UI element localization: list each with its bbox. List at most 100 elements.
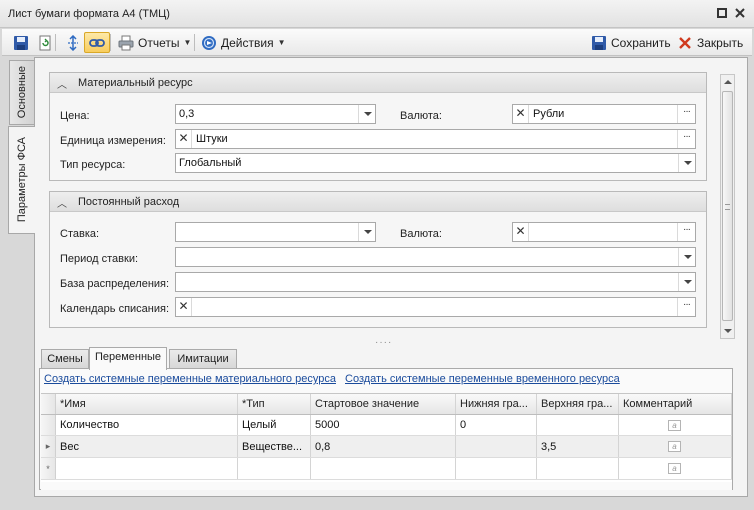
fixed-group-header[interactable]: ︿ Постоянный расход	[50, 192, 706, 212]
tab-variables[interactable]: Переменные	[89, 347, 167, 370]
cell-upper[interactable]	[537, 415, 619, 435]
column-header-type[interactable]: *Тип	[238, 394, 311, 414]
create-material-vars-link[interactable]: Создать системные переменные материально…	[44, 373, 336, 385]
clear-icon[interactable]: ✕	[513, 223, 529, 241]
column-header-name[interactable]: *Имя	[56, 394, 238, 414]
window-titlebar: Лист бумаги формата А4 (ТМЦ)	[0, 0, 754, 28]
save-button[interactable]: Сохранить	[586, 32, 676, 53]
vertical-arrows-icon	[65, 34, 81, 51]
table-row[interactable]: Количество Целый 5000 0 a	[41, 415, 732, 436]
cell-type[interactable]: Веществе...	[238, 436, 311, 457]
period-select[interactable]	[175, 247, 696, 267]
cell-upper[interactable]: 3,5	[537, 436, 619, 457]
document-refresh-icon	[37, 35, 53, 51]
ellipsis-icon[interactable]: ···	[677, 130, 695, 148]
cell-lower[interactable]	[456, 458, 537, 479]
memo-icon[interactable]: a	[668, 463, 681, 474]
tab-main[interactable]: Основные	[9, 60, 34, 125]
row-indicator-header	[41, 394, 56, 414]
splitter-handle[interactable]: ····	[375, 337, 392, 348]
fixed-currency-field[interactable]: ✕ ···	[512, 222, 696, 242]
cell-name[interactable]: Вес	[56, 436, 238, 457]
toolbar: Отчеты ▼ Действия ▼ Сохранить Закрыть	[2, 29, 752, 56]
price-label: Цена:	[60, 110, 90, 122]
resource-type-dropdown-icon[interactable]	[678, 154, 695, 172]
actions-menu-button[interactable]: Действия ▼	[196, 32, 291, 53]
ellipsis-icon[interactable]: ···	[677, 298, 695, 316]
floppy-icon	[13, 35, 29, 51]
cell-type[interactable]	[238, 458, 311, 479]
table-row[interactable]: ▸ Вес Веществе... 0,8 3,5 a	[41, 436, 732, 458]
cell-comment[interactable]: a	[619, 436, 732, 457]
scroll-up-icon[interactable]	[724, 80, 732, 84]
ellipsis-icon[interactable]: ···	[677, 223, 695, 241]
window-title: Лист бумаги формата А4 (ТМЦ)	[8, 8, 170, 20]
fixed-group-title: Постоянный расход	[78, 196, 180, 208]
row-indicator[interactable]	[41, 415, 56, 435]
rate-dropdown-icon[interactable]	[358, 223, 375, 241]
tab-content: ︿ Материальный ресурс Цена: 0,3 Валюта: …	[34, 57, 748, 497]
cell-upper[interactable]	[537, 458, 619, 479]
restore-icon[interactable]	[716, 7, 728, 19]
rate-input[interactable]	[175, 222, 376, 242]
cell-type[interactable]: Целый	[238, 415, 311, 435]
save-tool-button[interactable]	[8, 32, 34, 53]
chevron-up-icon[interactable]: ︿	[57, 76, 67, 91]
ellipsis-icon[interactable]: ···	[677, 105, 695, 123]
currency-field[interactable]: ✕ Рубли ···	[512, 104, 696, 124]
column-header-lower[interactable]: Нижняя гра...	[456, 394, 537, 414]
unit-field[interactable]: ✕ Штуки ···	[175, 129, 696, 149]
distribution-select[interactable]	[175, 272, 696, 292]
new-row[interactable]: * a	[41, 458, 732, 480]
cell-name[interactable]	[56, 458, 238, 479]
calendar-field[interactable]: ✕ ···	[175, 297, 696, 317]
clear-icon[interactable]: ✕	[513, 105, 529, 123]
unit-label: Единица измерения:	[60, 135, 166, 147]
chevron-down-icon: ▼	[277, 38, 286, 47]
actions-label: Действия	[221, 35, 274, 50]
scroll-thumb[interactable]	[722, 91, 733, 321]
cell-lower[interactable]: 0	[456, 415, 537, 435]
reports-menu-button[interactable]: Отчеты ▼	[113, 32, 196, 53]
create-time-vars-link[interactable]: Создать системные переменные временного …	[345, 373, 620, 385]
period-dropdown-icon[interactable]	[678, 248, 695, 266]
floppy-icon	[591, 35, 607, 51]
reports-label: Отчеты	[138, 35, 180, 50]
cell-lower[interactable]	[456, 436, 537, 457]
form-scrollbar[interactable]	[720, 74, 735, 339]
price-dropdown-icon[interactable]	[358, 105, 375, 123]
cell-start[interactable]: 5000	[311, 415, 456, 435]
tab-simulations[interactable]: Имитации	[169, 349, 237, 369]
memo-icon[interactable]: a	[668, 419, 681, 431]
unit-value: Штуки	[196, 133, 228, 145]
close-button[interactable]: Закрыть	[672, 32, 748, 53]
column-header-comment[interactable]: Комментарий	[619, 394, 732, 414]
cell-start[interactable]: 0,8	[311, 436, 456, 457]
current-row-indicator[interactable]: ▸	[41, 436, 56, 457]
tab-shifts[interactable]: Смены	[41, 349, 89, 369]
tab-fsa-params[interactable]: Параметры ФСА	[8, 126, 35, 234]
cell-start[interactable]	[311, 458, 456, 479]
distribution-label: База распределения:	[60, 278, 170, 290]
scroll-down-icon[interactable]	[724, 329, 732, 333]
link-tool-button[interactable]	[84, 32, 110, 53]
distribution-dropdown-icon[interactable]	[678, 273, 695, 291]
split-tool-button[interactable]	[60, 32, 86, 53]
close-window-icon[interactable]	[734, 7, 746, 19]
tab-fsa-params-label: Параметры ФСА	[16, 137, 28, 223]
period-label: Период ставки:	[60, 253, 139, 265]
resource-type-select[interactable]: Глобальный	[175, 153, 696, 173]
cell-name[interactable]: Количество	[56, 415, 238, 435]
memo-icon[interactable]: a	[668, 441, 681, 452]
price-input[interactable]: 0,3	[175, 104, 376, 124]
chevron-up-icon[interactable]: ︿	[57, 195, 67, 210]
material-group-header[interactable]: ︿ Материальный ресурс	[50, 73, 706, 93]
clear-icon[interactable]: ✕	[176, 298, 192, 316]
column-header-upper[interactable]: Верхняя гра...	[537, 394, 619, 414]
clear-icon[interactable]: ✕	[176, 130, 192, 148]
tab-simulations-label: Имитации	[177, 353, 229, 365]
cell-comment[interactable]: a	[619, 415, 732, 435]
cell-comment[interactable]: a	[619, 458, 732, 479]
column-header-start[interactable]: Стартовое значение	[311, 394, 456, 414]
new-row-indicator[interactable]: *	[41, 458, 56, 479]
